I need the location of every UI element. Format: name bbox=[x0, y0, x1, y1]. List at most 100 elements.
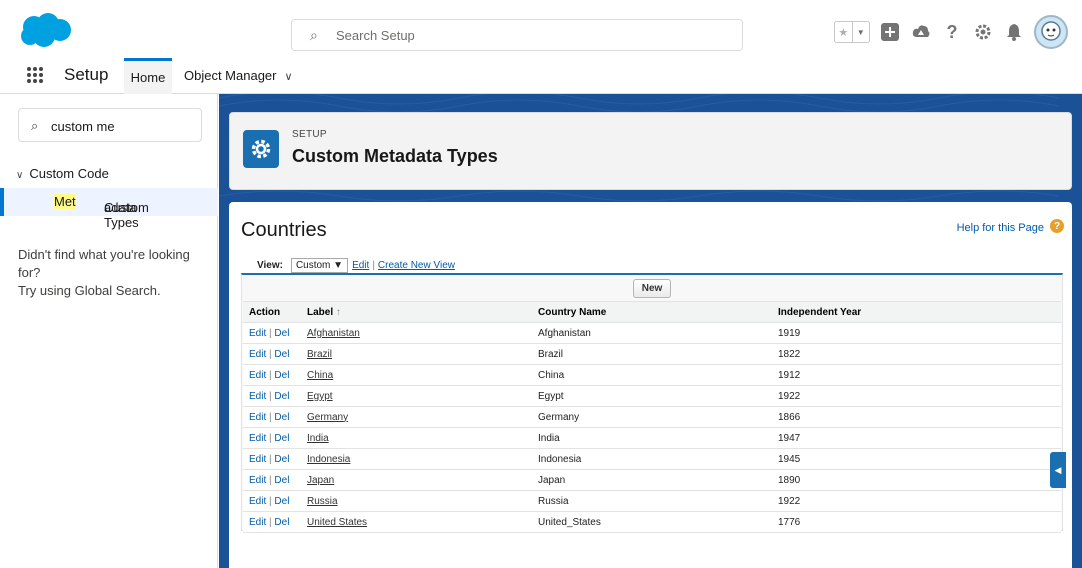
tree-group-custom-code[interactable]: ∨ Custom Code bbox=[16, 166, 109, 181]
column-header-country-name[interactable]: Country Name bbox=[532, 301, 772, 323]
cell-country-name: Germany bbox=[532, 406, 772, 428]
edit-link[interactable]: Edit bbox=[249, 475, 266, 486]
view-select-value: Custom bbox=[295, 260, 331, 271]
record-link[interactable]: India bbox=[307, 433, 329, 444]
help-icon[interactable]: ? bbox=[941, 21, 963, 43]
edit-link[interactable]: Edit bbox=[249, 391, 266, 402]
edit-link[interactable]: Edit bbox=[249, 517, 266, 528]
table-row: Edit | Del Japan Japan 1890 bbox=[243, 469, 1061, 491]
record-link[interactable]: Egypt bbox=[307, 391, 333, 402]
record-link[interactable]: Brazil bbox=[307, 349, 332, 360]
delete-link[interactable]: Del bbox=[274, 391, 289, 402]
cell-independent-year: 1922 bbox=[772, 490, 1061, 512]
edit-link[interactable]: Edit bbox=[249, 328, 266, 339]
app-launcher-icon[interactable] bbox=[26, 66, 44, 84]
edit-view-link[interactable]: Edit bbox=[352, 260, 369, 271]
chevron-down-icon[interactable]: ∨ bbox=[285, 71, 293, 83]
column-header-independent-year[interactable]: Independent Year bbox=[772, 301, 1061, 323]
cell-country-name: Indonesia bbox=[532, 448, 772, 470]
global-search-input[interactable]: ⌕ Search Setup bbox=[291, 19, 743, 51]
cell-country-name: United_States bbox=[532, 511, 772, 533]
page-title: Custom Metadata Types bbox=[292, 146, 498, 166]
delete-link[interactable]: Del bbox=[274, 349, 289, 360]
record-link[interactable]: United States bbox=[307, 517, 367, 528]
row-actions: Edit | Del bbox=[243, 427, 301, 449]
row-actions: Edit | Del bbox=[243, 469, 301, 491]
row-actions: Edit | Del bbox=[243, 385, 301, 407]
cell-country-name: Japan bbox=[532, 469, 772, 491]
delete-link[interactable]: Del bbox=[274, 370, 289, 381]
cell-label: Brazil bbox=[301, 343, 532, 365]
gear-icon[interactable] bbox=[972, 21, 994, 43]
help-link[interactable]: Help for this Page bbox=[957, 222, 1044, 234]
cell-country-name: China bbox=[532, 364, 772, 386]
edit-link[interactable]: Edit bbox=[249, 370, 266, 381]
edit-link[interactable]: Edit bbox=[249, 349, 266, 360]
page-eyebrow: SETUP bbox=[292, 129, 327, 140]
chevron-down-icon: ▼ bbox=[333, 260, 344, 271]
delete-link[interactable]: Del bbox=[274, 496, 289, 507]
tab-object-manager[interactable]: Object Manager ∨ bbox=[184, 68, 293, 83]
tree-group-label: Custom Code bbox=[29, 166, 109, 181]
cell-label: Afghanistan bbox=[301, 322, 532, 344]
chevron-down-icon[interactable]: ▼ bbox=[851, 22, 870, 42]
add-icon[interactable] bbox=[879, 21, 901, 43]
cell-label: India bbox=[301, 427, 532, 449]
delete-link[interactable]: Del bbox=[274, 433, 289, 444]
create-new-view-link[interactable]: Create New View bbox=[378, 260, 455, 271]
record-link[interactable]: Germany bbox=[307, 412, 348, 423]
record-link[interactable]: Afghanistan bbox=[307, 328, 360, 339]
help-icon[interactable]: ? bbox=[1050, 219, 1064, 233]
new-button[interactable]: New bbox=[632, 278, 672, 298]
cell-country-name: Brazil bbox=[532, 343, 772, 365]
column-header-label[interactable]: Label ↑ bbox=[301, 301, 532, 323]
record-link[interactable]: Indonesia bbox=[307, 454, 350, 465]
edit-link[interactable]: Edit bbox=[249, 412, 266, 423]
record-link[interactable]: Russia bbox=[307, 496, 338, 507]
quick-find-input[interactable]: ⌕ custom me bbox=[18, 108, 202, 142]
delete-link[interactable]: Del bbox=[274, 454, 289, 465]
star-icon[interactable]: ★ bbox=[835, 22, 852, 42]
quick-find-value: custom me bbox=[51, 119, 115, 134]
collapse-panel-tab[interactable]: ◀ bbox=[1050, 452, 1066, 488]
record-link[interactable]: China bbox=[307, 370, 333, 381]
search-icon: ⌕ bbox=[310, 27, 318, 43]
row-actions: Edit | Del bbox=[243, 448, 301, 470]
row-actions: Edit | Del bbox=[243, 490, 301, 512]
table-row: Edit | Del United States United_States 1776 bbox=[243, 511, 1061, 533]
delete-link[interactable]: Del bbox=[274, 475, 289, 486]
view-select[interactable]: Custom ▼ bbox=[290, 258, 349, 273]
divider: | bbox=[269, 453, 272, 465]
cell-country-name: Russia bbox=[532, 490, 772, 512]
tab-home[interactable]: Home bbox=[124, 58, 172, 94]
global-header: ⌕ Search Setup ★ ▼ ? bbox=[0, 0, 1082, 58]
cell-label: Germany bbox=[301, 406, 532, 428]
record-link[interactable]: Japan bbox=[307, 475, 334, 486]
records-table: Action Label ↑ Country Name Independent … bbox=[243, 301, 1061, 533]
avatar[interactable] bbox=[1034, 15, 1068, 49]
edit-link[interactable]: Edit bbox=[249, 433, 266, 444]
favorites-button[interactable]: ★ ▼ bbox=[834, 21, 870, 43]
app-nav-bar: Setup Home Object Manager ∨ bbox=[0, 58, 1082, 94]
delete-link[interactable]: Del bbox=[274, 517, 289, 528]
trailhead-icon[interactable] bbox=[910, 21, 932, 43]
cell-independent-year: 1866 bbox=[772, 406, 1061, 428]
sidebar-item-custom-metadata-types[interactable]: Custom Met adata Types bbox=[0, 188, 218, 230]
not-found-line-1: Didn't find what you're looking for? bbox=[18, 247, 190, 280]
edit-link[interactable]: Edit bbox=[249, 454, 266, 465]
bell-icon[interactable] bbox=[1003, 21, 1025, 43]
edit-link[interactable]: Edit bbox=[249, 496, 266, 507]
column-header-label-text: Label bbox=[307, 306, 334, 318]
salesforce-logo[interactable] bbox=[20, 13, 72, 49]
cell-independent-year: 1922 bbox=[772, 385, 1061, 407]
table-row: Edit | Del India India 1947 bbox=[243, 427, 1061, 449]
cell-label: Egypt bbox=[301, 385, 532, 407]
row-actions: Edit | Del bbox=[243, 511, 301, 533]
list-view: New Action Label ↑ Country Name Independ… bbox=[241, 273, 1063, 533]
delete-link[interactable]: Del bbox=[274, 412, 289, 423]
not-found-line-2: Try using Global Search. bbox=[18, 283, 161, 298]
table-row: Edit | Del Germany Germany 1866 bbox=[243, 406, 1061, 428]
delete-link[interactable]: Del bbox=[274, 328, 289, 339]
not-found-message: Didn't find what you're looking for? Try… bbox=[18, 246, 213, 300]
divider: | bbox=[269, 390, 272, 402]
